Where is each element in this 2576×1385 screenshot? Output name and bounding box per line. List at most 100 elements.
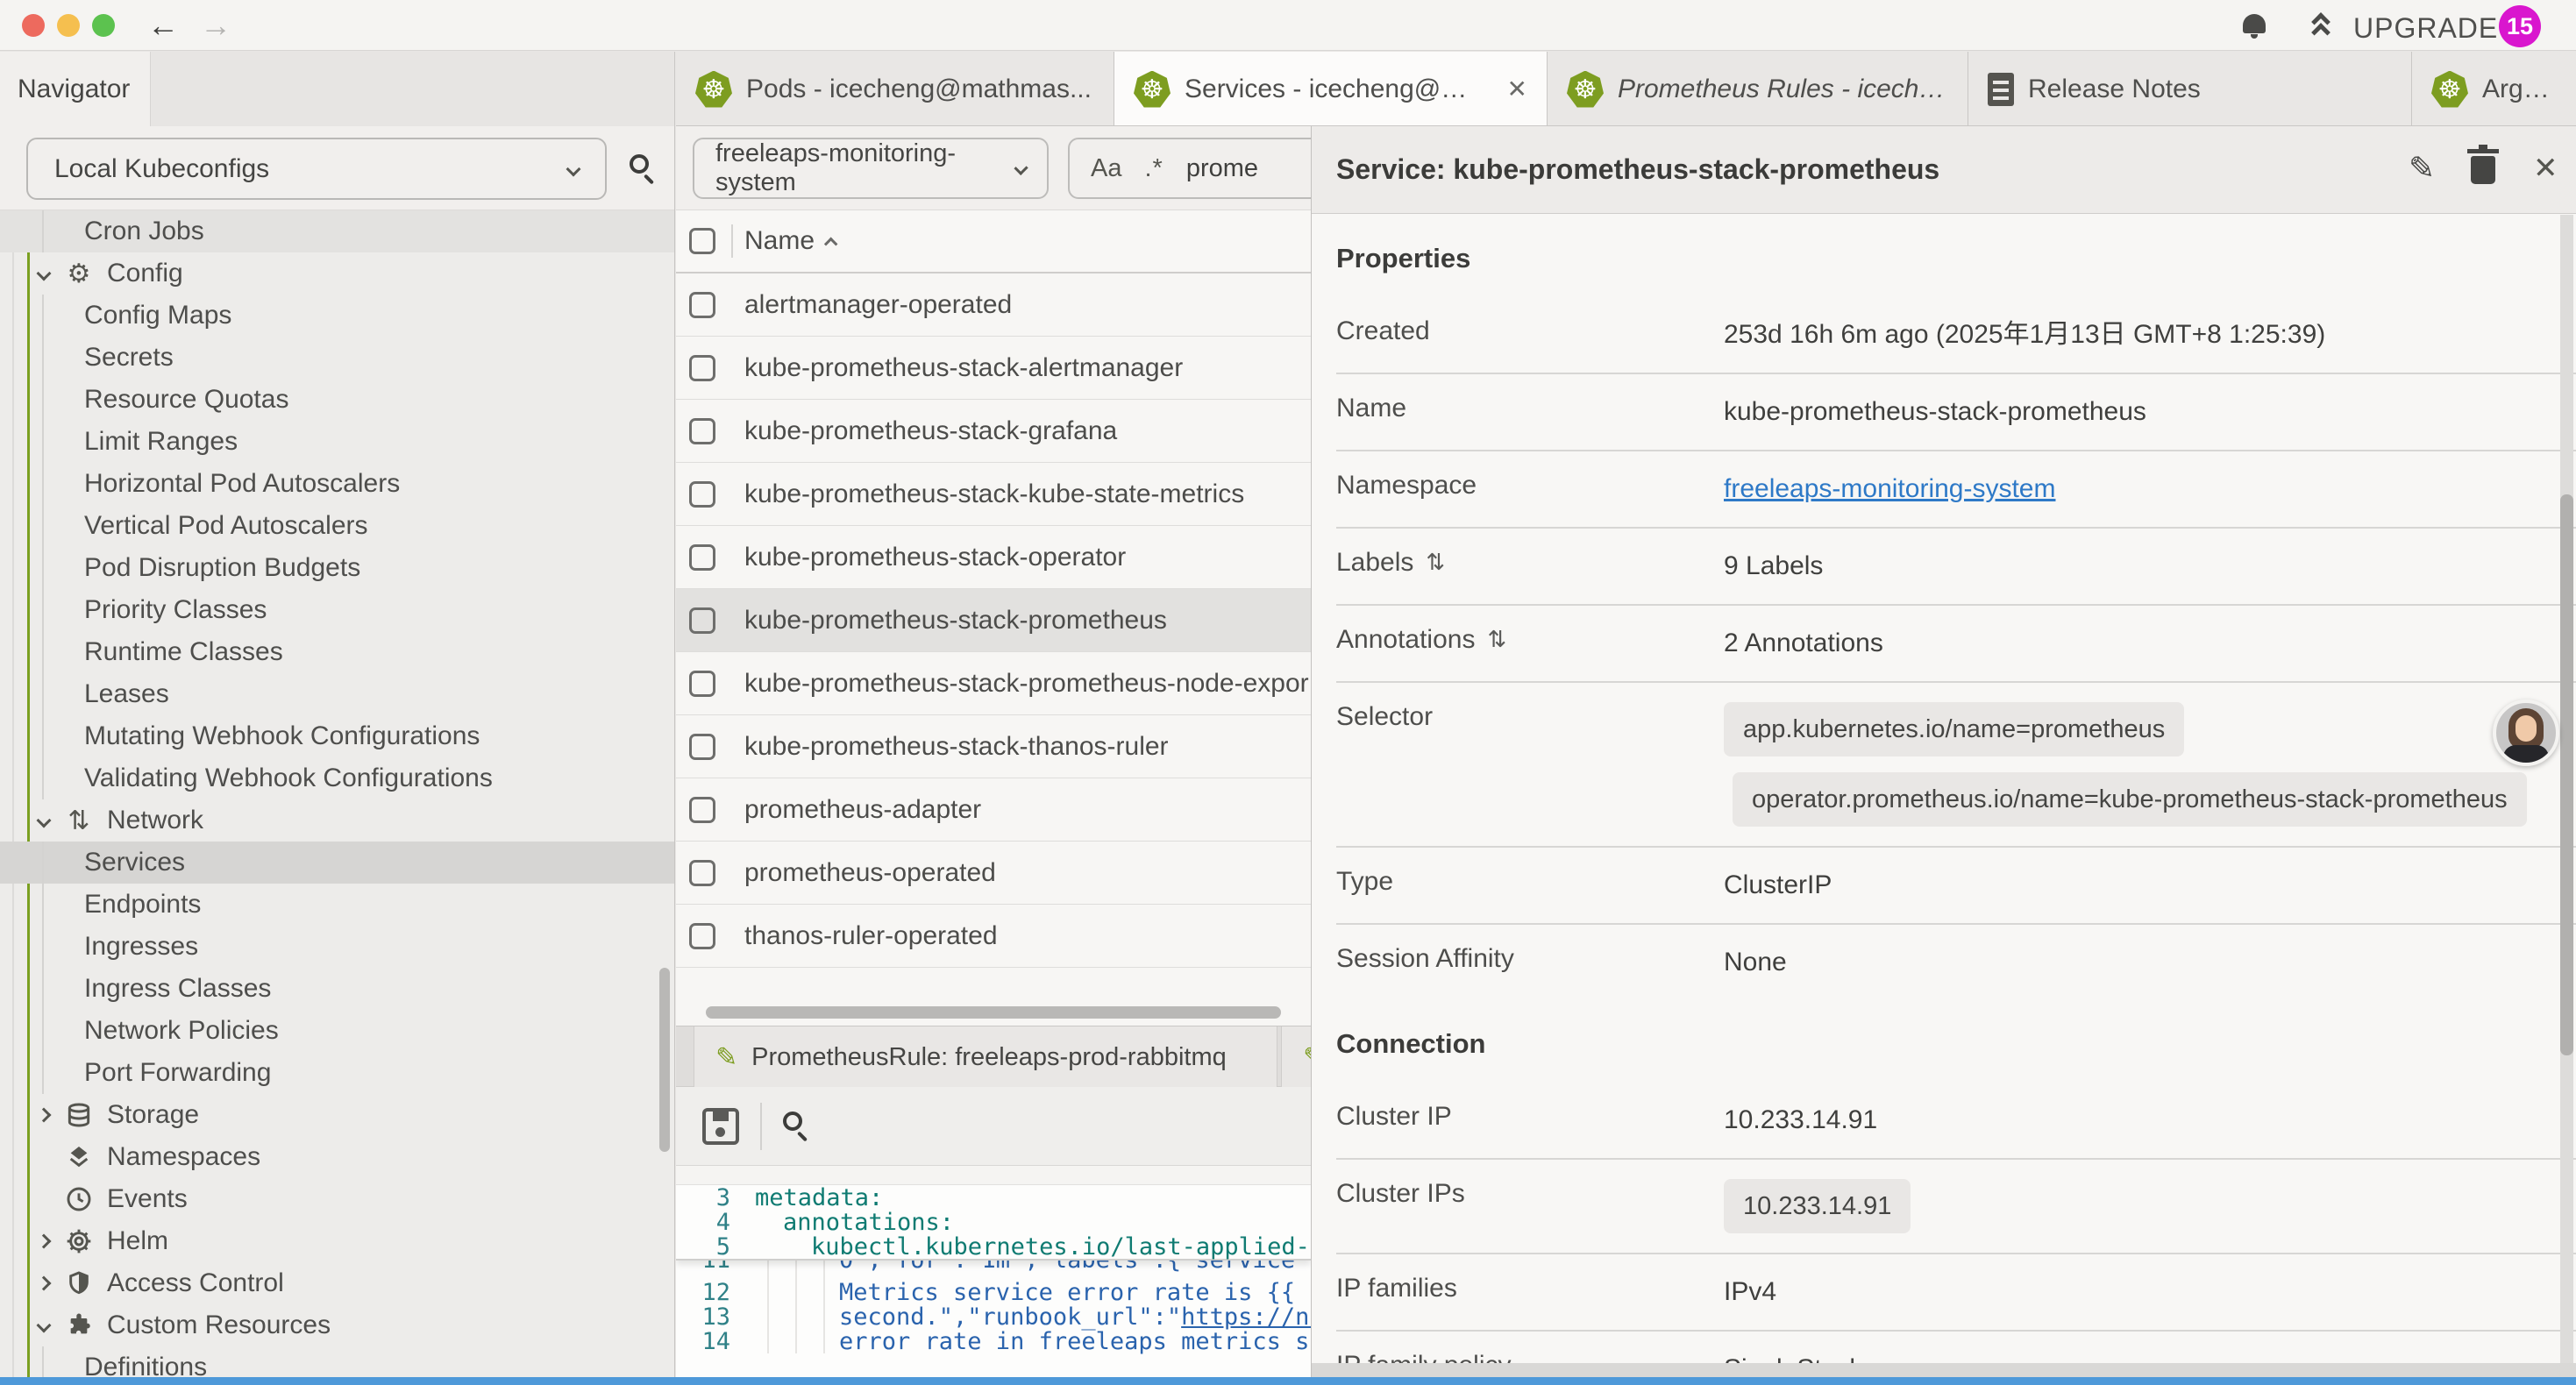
sidebar-item-cron-jobs[interactable]: Cron Jobs <box>0 210 675 252</box>
row-checkbox[interactable] <box>689 544 715 571</box>
detail-horizontal-scrollbar[interactable] <box>1312 1363 2576 1378</box>
close-tab-icon[interactable]: ✕ <box>1507 75 1527 103</box>
tab-1[interactable]: ☸Pods - icecheng@mathmas... <box>676 52 1114 126</box>
sort-updown-icon[interactable]: ⇅ <box>1487 627 1506 653</box>
name-column-header[interactable]: Name <box>744 226 815 256</box>
regex-toggle[interactable]: .* <box>1144 154 1163 183</box>
select-all-checkbox[interactable] <box>689 228 715 254</box>
sidebar-item-ingress-classes[interactable]: Ingress Classes <box>0 968 675 1010</box>
selector-chip: operator.prometheus.io/name=kube-prometh… <box>1733 772 2527 827</box>
row-checkbox[interactable] <box>689 671 715 697</box>
search-icon[interactable] <box>630 154 649 174</box>
sidebar-item-priority-classes[interactable]: Priority Classes <box>0 589 675 631</box>
yaml-editor[interactable]: 3metadata:4annotations:5kubectl.kubernet… <box>676 1185 1311 1385</box>
row-checkbox[interactable] <box>689 860 715 886</box>
chevron-right-icon[interactable] <box>37 1108 52 1123</box>
sidebar-item-resource-quotas[interactable]: Resource Quotas <box>0 379 675 421</box>
row-checkbox[interactable] <box>689 797 715 823</box>
notification-count-badge[interactable]: 15 <box>2499 5 2541 47</box>
list-search-input[interactable]: Aa .* prome <box>1068 138 1311 199</box>
forward-button[interactable]: → <box>200 7 231 44</box>
table-header[interactable]: Name <box>676 210 1311 273</box>
tab-3[interactable]: ☸Prometheus Rules - icecheng... <box>1548 52 1968 126</box>
row-checkbox[interactable] <box>689 734 715 760</box>
delete-trash-icon[interactable] <box>2471 156 2495 184</box>
editor-search-icon[interactable] <box>783 1112 802 1131</box>
sidebar-item-mutating-webhook-configurations[interactable]: Mutating Webhook Configurations <box>0 715 675 757</box>
sidebar-item-config-maps[interactable]: Config Maps <box>0 295 675 337</box>
save-icon[interactable] <box>702 1108 739 1145</box>
sidebar-item-custom-resources[interactable]: Custom Resources <box>0 1304 675 1346</box>
sidebar-item-network[interactable]: ⇅Network <box>0 799 675 842</box>
sort-ascending-icon[interactable] <box>824 237 838 251</box>
table-row[interactable]: kube-prometheus-stack-prometheus-node-ex… <box>676 652 1311 715</box>
sidebar-item-pod-disruption-budgets[interactable]: Pod Disruption Budgets <box>0 547 675 589</box>
table-row[interactable]: kube-prometheus-stack-prometheus <box>676 589 1311 652</box>
sidebar-item-namespaces[interactable]: Namespaces <box>0 1136 675 1178</box>
edit-pencil-icon[interactable]: ✎ <box>2409 151 2435 187</box>
chevron-right-icon[interactable] <box>37 1234 52 1249</box>
editor-tab[interactable]: ✎ PrometheusRule: freeleaps-prod-rabbitm… <box>694 1026 1277 1088</box>
row-checkbox[interactable] <box>689 418 715 444</box>
sidebar-item-runtime-classes[interactable]: Runtime Classes <box>0 631 675 673</box>
detail-scrollbar-thumb[interactable] <box>2560 494 2573 1055</box>
row-checkbox[interactable] <box>689 355 715 381</box>
sidebar-item-port-forwarding[interactable]: Port Forwarding <box>0 1052 675 1094</box>
detail-row-cluster-ip: Cluster IP10.233.14.91 <box>1336 1083 2576 1160</box>
chevron-right-icon[interactable] <box>37 1276 52 1291</box>
sidebar-item-access-control[interactable]: Access Control <box>0 1262 675 1304</box>
sidebar-item-storage[interactable]: Storage <box>0 1094 675 1136</box>
tab-5[interactable]: ☸Argo Se <box>2412 52 2576 126</box>
back-button[interactable]: ← <box>147 7 179 44</box>
horizontal-scrollbar[interactable] <box>706 1006 1281 1019</box>
namespace-dropdown[interactable]: freeleaps-monitoring-system <box>693 138 1049 199</box>
namespace-link[interactable]: freeleaps-monitoring-system <box>1724 474 2055 503</box>
detail-label-text: IP families <box>1336 1274 1457 1303</box>
chevron-down-icon[interactable] <box>37 1318 52 1333</box>
sort-updown-icon[interactable]: ⇅ <box>1426 550 1445 576</box>
sidebar-item-limit-ranges[interactable]: Limit Ranges <box>0 421 675 463</box>
sidebar-item-services[interactable]: Services <box>0 842 675 884</box>
sidebar-item-validating-webhook-configurations[interactable]: Validating Webhook Configurations <box>0 757 675 799</box>
sidebar-item-helm[interactable]: Helm <box>0 1220 675 1262</box>
sidebar-item-vertical-pod-autoscalers[interactable]: Vertical Pod Autoscalers <box>0 505 675 547</box>
sidebar-item-secrets[interactable]: Secrets <box>0 337 675 379</box>
table-row[interactable]: kube-prometheus-stack-kube-state-metrics <box>676 463 1311 526</box>
sidebar-item-leases[interactable]: Leases <box>0 673 675 715</box>
tab-navigator[interactable]: Navigator <box>0 52 151 126</box>
collaborator-avatar[interactable] <box>2493 700 2559 766</box>
row-checkbox[interactable] <box>689 607 715 634</box>
notifications-bell-icon[interactable] <box>2243 14 2266 33</box>
table-row[interactable]: kube-prometheus-stack-thanos-ruler <box>676 715 1311 778</box>
match-case-toggle[interactable]: Aa <box>1091 154 1121 183</box>
chevron-down-icon[interactable] <box>37 266 52 281</box>
table-row[interactable]: kube-prometheus-stack-operator <box>676 526 1311 589</box>
sidebar-item-label: Port Forwarding <box>84 1058 271 1088</box>
close-window-button[interactable] <box>22 14 45 37</box>
table-row[interactable]: kube-prometheus-stack-alertmanager <box>676 337 1311 400</box>
close-icon[interactable]: ✕ <box>2533 151 2558 186</box>
chevron-down-icon[interactable] <box>37 813 52 828</box>
table-row[interactable]: alertmanager-operated <box>676 273 1311 337</box>
tab-2[interactable]: ☸Services - icecheng@math...✕ <box>1114 52 1548 126</box>
sidebar-item-horizontal-pod-autoscalers[interactable]: Horizontal Pod Autoscalers <box>0 463 675 505</box>
upgrade-button[interactable]: UPGRADE <box>2353 12 2498 45</box>
sidebar-item-events[interactable]: Events <box>0 1178 675 1220</box>
row-checkbox[interactable] <box>689 292 715 318</box>
row-checkbox[interactable] <box>689 481 715 508</box>
editor-tab-partial[interactable]: ✎ <box>1281 1026 1311 1088</box>
kubeconfig-dropdown[interactable]: Local Kubeconfigs <box>26 138 607 200</box>
minimize-window-button[interactable] <box>57 14 80 37</box>
sidebar-item-endpoints[interactable]: Endpoints <box>0 884 675 926</box>
row-checkbox[interactable] <box>689 923 715 949</box>
table-row[interactable]: kube-prometheus-stack-grafana <box>676 400 1311 463</box>
zoom-window-button[interactable] <box>92 14 115 37</box>
sidebar-item-config[interactable]: ⚙Config <box>0 252 675 295</box>
table-row[interactable]: prometheus-operated <box>676 842 1311 905</box>
table-row[interactable]: thanos-ruler-operated <box>676 905 1311 968</box>
tab-4[interactable]: Release Notes <box>1968 52 2412 126</box>
sidebar-item-network-policies[interactable]: Network Policies <box>0 1010 675 1052</box>
table-row[interactable]: prometheus-adapter <box>676 778 1311 842</box>
sidebar-item-ingresses[interactable]: Ingresses <box>0 926 675 968</box>
sidebar-scrollbar[interactable] <box>659 968 670 1152</box>
